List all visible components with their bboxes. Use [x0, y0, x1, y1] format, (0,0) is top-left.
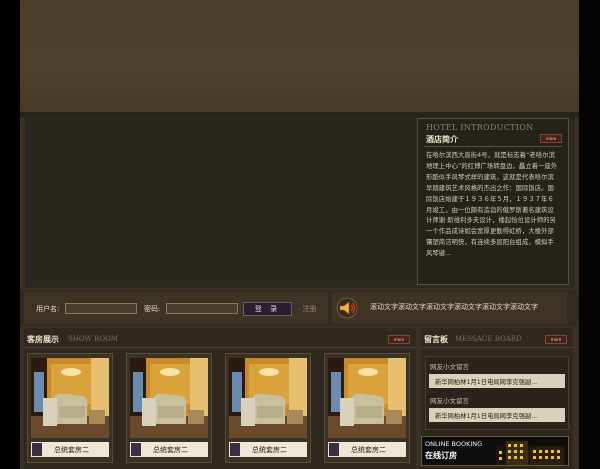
divider: [424, 146, 562, 147]
room-thumbnail-icon: [230, 443, 240, 456]
booking-label-cn: 在线订房: [425, 451, 457, 460]
password-label: 密码:: [144, 305, 161, 313]
divider: [24, 347, 416, 348]
message-text: 新华网柏林1月1日电局网李克强副...: [435, 379, 538, 386]
intro-more-button[interactable]: more: [540, 134, 562, 143]
message-list: 网友小文留言 新华网柏林1月1日电局网李克强副... 网友小文留言 新华网柏林1…: [425, 356, 569, 430]
hotel-introduction-panel: HOTEL INTRODUCTION 酒店简介 more 在哈尔滨西大直街4号，…: [417, 118, 569, 285]
login-form: 用户名: 密码: 登 录 · 注册: [24, 293, 328, 323]
room-caption-bar: 总统套房二: [31, 442, 109, 457]
room-caption-bar: 总统套房二: [130, 442, 208, 457]
list-item[interactable]: 新华网柏林1月1日电局网李克强副...: [429, 374, 565, 388]
announcement-marquee: 滚动文字滚动文字滚动文字滚动文字滚动文字滚动文字: [332, 293, 567, 323]
speaker-icon: [336, 297, 358, 319]
message-title-en: MESSAGE BOARD: [455, 335, 522, 343]
intro-title-cn: 酒店简介: [426, 135, 458, 144]
room-caption: 总统套房二: [54, 446, 89, 454]
message-author: 网友小文留言: [430, 397, 469, 405]
username-input[interactable]: [65, 303, 137, 314]
room-thumbnail-icon: [131, 443, 141, 456]
list-item[interactable]: 新华网柏林1月1日电局网李克强副...: [429, 408, 565, 422]
intro-body-text: 在哈尔滨西大直街4号，就是标志着“老哈尔滨地理上中心”的红博广场转盘边，矗立着一…: [426, 152, 558, 258]
register-link[interactable]: · 注册: [298, 304, 316, 314]
message-more-button[interactable]: more: [545, 335, 567, 344]
showroom-more-button[interactable]: more: [388, 335, 410, 344]
showroom-title-en: SHOW ROOM: [68, 335, 118, 343]
showroom-section: 客房展示 SHOW ROOM more 总统套房二 总统套房二 总统套房二 总统套房二: [24, 328, 416, 469]
room-caption-bar: 总统套房二: [229, 442, 307, 457]
room-photo[interactable]: [130, 358, 208, 438]
room-photo[interactable]: [31, 358, 109, 438]
header-banner: [20, 0, 579, 112]
password-input[interactable]: [166, 303, 238, 314]
room-card[interactable]: 总统套房二: [27, 353, 113, 463]
room-photo[interactable]: [229, 358, 307, 438]
room-caption-bar: 总统套房二: [328, 442, 406, 457]
room-photo[interactable]: [328, 358, 406, 438]
page: HOTEL INTRODUCTION 酒店简介 more 在哈尔滨西大直街4号，…: [20, 0, 579, 469]
room-card[interactable]: 总统套房二: [126, 353, 212, 463]
username-label: 用户名:: [36, 305, 60, 313]
message-title-cn: 留言板: [424, 335, 448, 344]
hero-image-placeholder: [28, 119, 414, 285]
room-caption: 总统套房二: [252, 446, 287, 454]
message-author: 网友小文留言: [430, 363, 469, 371]
room-caption: 总统套房二: [351, 446, 386, 454]
login-button[interactable]: 登 录: [243, 302, 292, 316]
booking-label-en: ONLINE BOOKING: [425, 440, 483, 448]
login-bar: 用户名: 密码: 登 录 · 注册 滚动文字滚动文字滚动文字滚动文字滚动文字滚动…: [20, 290, 579, 326]
room-thumbnail-icon: [329, 443, 339, 456]
intro-title-en: HOTEL INTRODUCTION: [426, 123, 534, 132]
page-edge-right: [579, 0, 600, 469]
showroom-title-cn: 客房展示: [27, 335, 59, 344]
room-card[interactable]: 总统套房二: [225, 353, 311, 463]
online-booking-banner[interactable]: ONLINE BOOKING 在线订房: [421, 436, 569, 466]
marquee-text: 滚动文字滚动文字滚动文字滚动文字滚动文字滚动文字: [370, 303, 538, 311]
room-caption: 总统套房二: [153, 446, 188, 454]
room-thumbnail-icon: [32, 443, 42, 456]
message-board-section: 留言板 MESSAGE BOARD more 网友小文留言 新华网柏林1月1日电…: [421, 328, 573, 469]
room-card[interactable]: 总统套房二: [324, 353, 410, 463]
divider: [421, 347, 573, 348]
message-text: 新华网柏林1月1日电局网李克强副...: [435, 413, 538, 420]
